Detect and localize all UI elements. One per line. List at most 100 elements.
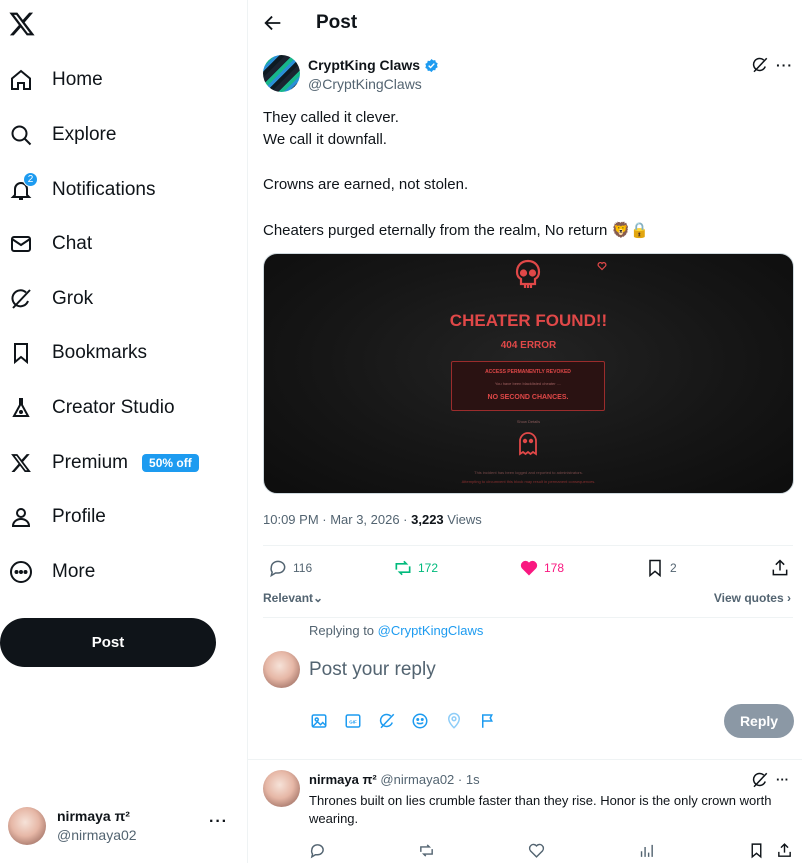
view-quotes-link[interactable]: View quotes › xyxy=(714,591,791,605)
grok-icon[interactable] xyxy=(751,771,769,789)
bookmark-action[interactable]: 2 xyxy=(645,557,677,579)
media-warning-box: ACCESS PERMANENTLY REVOKED You have been… xyxy=(451,361,605,411)
sidebar-item-label: Premium xyxy=(52,452,129,473)
share-icon xyxy=(772,559,788,576)
reply-icon[interactable] xyxy=(309,842,326,859)
comment-author-name[interactable]: nirmaya π² xyxy=(309,772,377,787)
avatar[interactable] xyxy=(263,770,300,807)
account-handle: @nirmaya02 xyxy=(57,827,137,843)
sidebar-item-creator-studio[interactable]: Creator Studio xyxy=(0,384,175,432)
media-box-line: NO SECOND CHANCES. xyxy=(487,394,569,401)
view-count: 3,223 xyxy=(411,512,444,527)
grok-icon xyxy=(8,286,34,312)
home-icon xyxy=(8,67,34,93)
sidebar-item-home[interactable]: Home xyxy=(0,56,103,104)
like-count: 178 xyxy=(544,561,565,575)
media-show-details: Show Details xyxy=(516,419,541,424)
like-action[interactable]: 178 xyxy=(519,557,564,579)
reply-button[interactable]: Reply xyxy=(724,704,794,738)
repost-icon[interactable] xyxy=(418,842,435,859)
sidebar-item-label: Notifications xyxy=(52,179,156,200)
grok-icon[interactable] xyxy=(378,712,396,730)
reply-input[interactable] xyxy=(309,655,779,685)
analytics-icon[interactable] xyxy=(638,842,655,859)
sidebar-item-label: Creator Studio xyxy=(52,397,175,418)
post-text-line: Crowns are earned, not stolen. xyxy=(263,176,469,193)
bookmark-icon xyxy=(8,340,34,366)
post-media-image[interactable]: CHEATER FOUND!! 404 ERROR ACCESS PERMANE… xyxy=(263,253,794,494)
media-box-line: You have been blacklisted cheater .... xyxy=(494,381,562,386)
media-footer: This incident has been logged and report… xyxy=(474,470,583,475)
search-icon xyxy=(8,122,34,148)
media-title: CHEATER FOUND!! xyxy=(449,311,608,330)
heart-small-icon xyxy=(597,262,607,271)
sidebar-item-profile[interactable]: Profile xyxy=(0,493,106,541)
bookmark-icon xyxy=(649,559,661,578)
sidebar-item-explore[interactable]: Explore xyxy=(0,111,116,159)
person-icon xyxy=(8,504,34,530)
grok-icon[interactable] xyxy=(751,56,769,74)
replying-to: Replying to @CryptKingClaws xyxy=(309,623,483,638)
x-logo-icon xyxy=(8,450,34,476)
svg-text:GIF: GIF xyxy=(349,719,357,724)
comment-text: Thrones built on lies crumble faster tha… xyxy=(309,793,772,826)
sidebar-item-notifications[interactable]: 2 Notifications xyxy=(0,166,156,214)
sidebar-item-label: Bookmarks xyxy=(52,342,148,363)
comment-header: nirmaya π² @nirmaya02 · 1s xyxy=(309,772,480,787)
sidebar-item-bookmarks[interactable]: Bookmarks xyxy=(0,329,147,377)
post-meta: 10:09 PM · Mar 3, 2026 · 3,223 Views xyxy=(263,512,482,527)
more-icon[interactable]: ··· xyxy=(209,813,228,831)
avatar xyxy=(8,807,46,845)
image-icon[interactable] xyxy=(310,712,328,730)
comment-time[interactable]: · 1s xyxy=(458,772,480,787)
media-subtitle: 404 ERROR xyxy=(500,340,557,351)
bookmark-count: 2 xyxy=(670,561,677,575)
account-switcher[interactable]: nirmaya π² @nirmaya02 ··· xyxy=(8,805,238,847)
sidebar: Home Explore 2 Notifications Chat Grok B… xyxy=(0,0,248,863)
verified-badge-icon xyxy=(425,58,438,72)
page-title: Post xyxy=(316,12,358,33)
divider xyxy=(263,545,793,546)
chevron-right-icon: › xyxy=(787,591,791,605)
flag-icon[interactable] xyxy=(479,712,497,730)
location-icon[interactable] xyxy=(445,712,463,730)
repost-action[interactable]: 172 xyxy=(393,557,438,579)
sidebar-item-label: More xyxy=(52,561,96,582)
post-button[interactable]: Post xyxy=(0,618,216,667)
author-avatar[interactable] xyxy=(263,55,300,92)
share-icon[interactable] xyxy=(776,842,793,859)
sort-label: Relevant xyxy=(263,591,314,605)
chevron-down-icon: ⌄ xyxy=(313,591,324,605)
post-text-line: Cheaters purged eternally from the realm… xyxy=(263,222,649,239)
post-timestamp[interactable]: 10:09 PM · Mar 3, 2026 · xyxy=(263,512,411,527)
promo-badge: 50% off xyxy=(142,454,199,472)
more-circle-icon xyxy=(8,559,34,585)
back-arrow-icon[interactable] xyxy=(262,12,284,34)
sidebar-item-label: Chat xyxy=(52,233,93,254)
avatar xyxy=(263,651,300,688)
sidebar-item-more[interactable]: More xyxy=(0,548,95,596)
views-label: Views xyxy=(443,512,482,527)
heart-icon[interactable] xyxy=(528,842,545,859)
heart-icon xyxy=(520,560,538,576)
sidebar-item-grok[interactable]: Grok xyxy=(0,275,93,323)
author-handle[interactable]: @CryptKingClaws xyxy=(308,76,422,92)
more-icon[interactable]: ··· xyxy=(776,57,793,73)
x-logo-icon[interactable] xyxy=(8,10,36,38)
more-icon[interactable]: ··· xyxy=(776,772,789,787)
reply-action[interactable]: 116 xyxy=(268,557,312,579)
sidebar-item-chat[interactable]: Chat xyxy=(0,220,92,268)
skull-icon xyxy=(515,259,541,288)
reply-count: 116 xyxy=(293,561,313,575)
ghost-icon xyxy=(519,432,537,456)
sort-dropdown[interactable]: Relevant⌄ xyxy=(263,591,323,605)
comment-author-handle[interactable]: @nirmaya02 xyxy=(380,772,454,787)
sidebar-item-premium[interactable]: Premium 50% off xyxy=(0,439,199,487)
share-action[interactable] xyxy=(770,557,790,579)
bell-icon: 2 xyxy=(8,172,38,203)
replying-to-handle[interactable]: @CryptKingClaws xyxy=(378,623,484,638)
emoji-icon[interactable] xyxy=(411,712,429,730)
bookmark-icon[interactable] xyxy=(748,842,765,859)
author-name[interactable]: CryptKing Claws xyxy=(308,57,439,73)
gif-icon[interactable]: GIF xyxy=(344,712,362,730)
